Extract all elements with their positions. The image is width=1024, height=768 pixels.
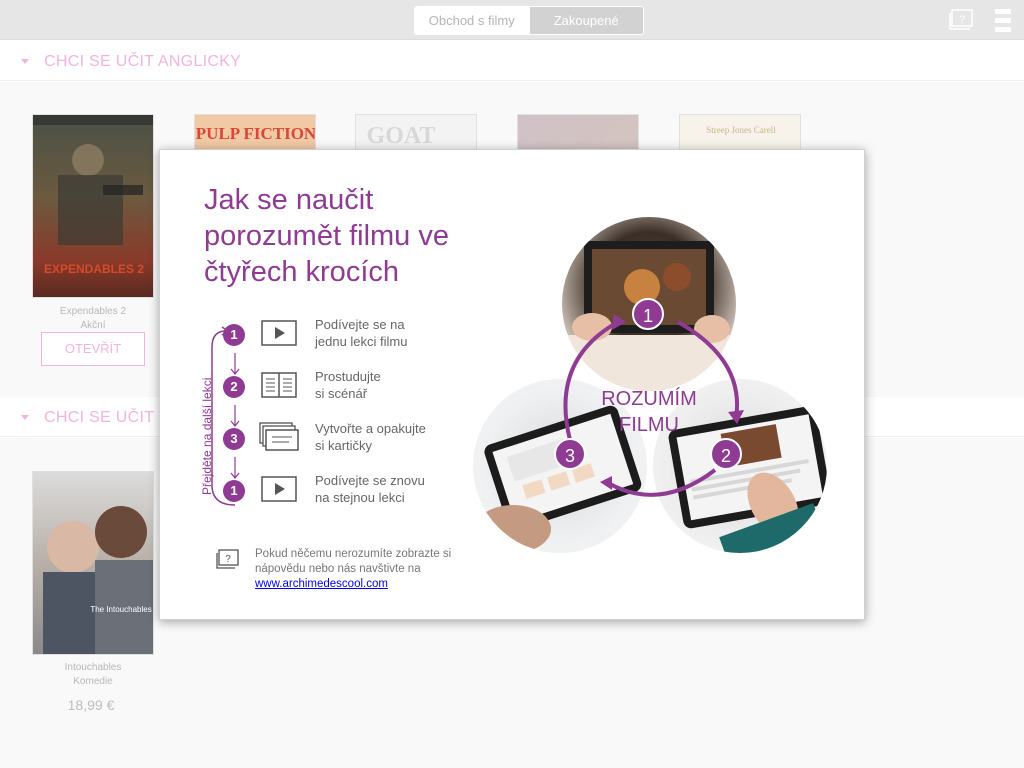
- section-title: CHCI SE UČIT ANGLICKY: [44, 53, 242, 70]
- tutorial-modal[interactable]: Jak se naučit porozumět filmu ve čtyřech…: [159, 149, 865, 620]
- svg-text:?: ?: [959, 14, 965, 26]
- step-text: Prostudujte si scénář: [315, 369, 381, 401]
- open-button[interactable]: OTEVŘÍT: [41, 332, 145, 366]
- film-price: 18,99 €: [67, 697, 115, 713]
- play-icon: [261, 320, 297, 346]
- film-caption: Expendables 2 Akční: [32, 305, 154, 333]
- help-question-icon[interactable]: ?: [948, 9, 974, 31]
- cycle-step-1: 1: [632, 298, 664, 330]
- website-link[interactable]: www.archimedescool.com: [255, 578, 388, 590]
- hamburger-menu-icon[interactable]: [995, 9, 1011, 32]
- modal-title: Jak se naučit porozumět filmu ve čtyřech…: [204, 184, 449, 288]
- film-poster-intouchables[interactable]: The Intouchables: [32, 471, 154, 655]
- poster-title-text: The Intouchables: [90, 605, 151, 614]
- film-genre: Komedie: [73, 676, 113, 687]
- loop-label: Přejděte na další lekci: [200, 377, 214, 495]
- store-segmented-control: Obchod s filmy Zakoupené: [414, 6, 644, 35]
- top-bar: Obchod s filmy Zakoupené ?: [0, 0, 1024, 40]
- cycle-step-3: 3: [554, 438, 586, 470]
- help-text: Pokud něčemu nerozumíte zobrazte si nápo…: [255, 548, 452, 575]
- script-icon: [261, 372, 297, 398]
- film-poster-expendables[interactable]: EXPENDABLES 2: [32, 114, 154, 298]
- cycle-step-2: 2: [710, 438, 742, 470]
- film-caption: Intouchables Komedie: [32, 661, 154, 689]
- cycle-center-label: ROZUMÍM FILMU: [601, 388, 697, 436]
- step-text: Podívejte se znovu na stejnou lekci: [315, 473, 425, 505]
- poster-title-text: PULP FICTION: [196, 124, 316, 143]
- step-number: 1: [223, 480, 245, 502]
- collapse-triangle-icon: [21, 415, 29, 420]
- help-question-icon: ?: [215, 549, 241, 571]
- section-title: CHCI SE UČIT: [44, 409, 155, 426]
- poster-title-text: GOAT: [367, 123, 436, 149]
- svg-text:?: ?: [225, 554, 231, 565]
- flashcards-icon: [259, 422, 299, 452]
- poster-title-text: Streep Jones Carell: [706, 125, 776, 135]
- step-number: 3: [223, 428, 245, 450]
- film-genre: Akční: [80, 320, 106, 331]
- section-header-english[interactable]: CHCI SE UČIT ANGLICKY: [0, 41, 1024, 81]
- film-title: Intouchables: [64, 662, 122, 673]
- step-number: 1: [223, 324, 245, 346]
- help-note: Pokud něčemu nerozumíte zobrazte si nápo…: [255, 547, 495, 592]
- poster-title-text: EXPENDABLES 2: [44, 262, 144, 276]
- play-icon: [261, 476, 297, 502]
- tab-purchased[interactable]: Zakoupené: [528, 7, 643, 34]
- tab-film-store[interactable]: Obchod s filmy: [415, 7, 529, 34]
- step-text: Podívejte se na jednu lekci filmu: [315, 317, 408, 349]
- step-number: 2: [223, 376, 245, 398]
- collapse-triangle-icon: [21, 59, 29, 64]
- step-text: Vytvořte a opakujte si kartičky: [315, 421, 426, 453]
- app-root: Obchod s filmy Zakoupené ? CHCI SE UČIT …: [0, 0, 1024, 768]
- film-title: Expendables 2: [59, 306, 127, 317]
